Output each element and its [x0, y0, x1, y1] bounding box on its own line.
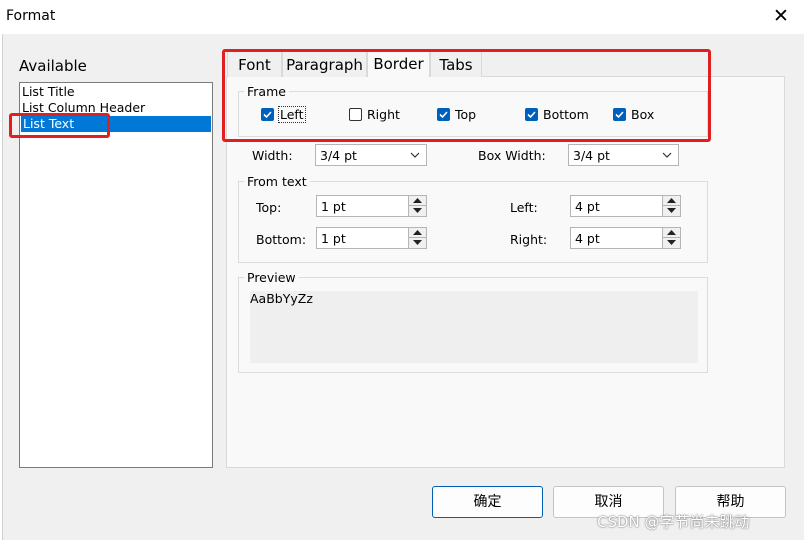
ok-button[interactable]: 确定 — [432, 486, 543, 518]
tab-tabs[interactable]: Tabs — [430, 51, 482, 77]
top-spacing-value: 1 pt — [321, 199, 346, 214]
from-text-group-label: From text — [244, 174, 310, 189]
spin-down-icon[interactable] — [408, 238, 426, 248]
frame-group-label: Frame — [244, 84, 289, 99]
tab-paragraph[interactable]: Paragraph — [282, 51, 367, 77]
preview-area — [250, 291, 698, 363]
watermark: CSDN @字节尚未跳动 — [597, 513, 750, 531]
right-spacing-label: Right: — [510, 232, 548, 247]
spin-up-icon[interactable] — [408, 196, 426, 206]
bottom-spacing-value: 1 pt — [321, 231, 346, 246]
list-item-selected[interactable]: List Text — [21, 116, 211, 132]
background-window-edge — [0, 34, 3, 540]
from-text-group — [238, 181, 708, 263]
left-spacing-label: Left: — [510, 200, 538, 215]
list-item[interactable]: List Title — [22, 84, 75, 100]
window-title: Format — [6, 8, 56, 24]
left-checkbox[interactable] — [261, 108, 274, 121]
close-icon[interactable]: ✕ — [770, 4, 792, 28]
list-item[interactable]: List Column Header — [22, 100, 145, 116]
right-checkbox-label[interactable]: Right — [367, 107, 400, 122]
width-select[interactable]: 3/4 pt — [315, 144, 427, 166]
spin-up-icon[interactable] — [662, 196, 680, 206]
left-checkbox-label[interactable]: Left — [278, 106, 306, 123]
bottom-checkbox-label[interactable]: Bottom — [543, 107, 589, 122]
width-label: Width: — [252, 148, 293, 163]
preview-group-label: Preview — [244, 270, 299, 285]
top-spacing-stepper[interactable]: 1 pt — [316, 195, 427, 217]
box-width-value: 3/4 pt — [573, 148, 610, 163]
left-spacing-value: 4 pt — [575, 199, 600, 214]
top-checkbox[interactable] — [437, 108, 450, 121]
spin-up-icon[interactable] — [408, 228, 426, 238]
bottom-spacing-label: Bottom: — [256, 232, 307, 247]
preview-sample-text: AaBbYyZz — [250, 291, 313, 306]
box-width-select[interactable]: 3/4 pt — [568, 144, 679, 166]
spin-down-icon[interactable] — [662, 238, 680, 248]
spin-down-icon[interactable] — [408, 206, 426, 216]
bottom-checkbox[interactable] — [525, 108, 538, 121]
left-spacing-stepper[interactable]: 4 pt — [570, 195, 681, 217]
title-bar — [0, 0, 804, 34]
tab-font[interactable]: Font — [227, 51, 282, 77]
right-spacing-value: 4 pt — [575, 231, 600, 246]
width-value: 3/4 pt — [320, 148, 357, 163]
top-spacing-label: Top: — [256, 200, 282, 215]
spin-down-icon[interactable] — [662, 206, 680, 216]
box-checkbox-label[interactable]: Box — [631, 107, 654, 122]
chevron-down-icon — [410, 152, 420, 158]
chevron-down-icon — [662, 152, 672, 158]
right-spacing-stepper[interactable]: 4 pt — [570, 227, 681, 249]
spin-up-icon[interactable] — [662, 228, 680, 238]
box-width-label: Box Width: — [478, 148, 546, 163]
available-label: Available — [19, 57, 87, 75]
top-checkbox-label[interactable]: Top — [455, 107, 476, 122]
box-checkbox[interactable] — [613, 108, 626, 121]
right-checkbox[interactable] — [349, 108, 362, 121]
bottom-spacing-stepper[interactable]: 1 pt — [316, 227, 427, 249]
available-listbox[interactable]: List Title List Column Header List Text — [19, 82, 213, 468]
tab-border[interactable]: Border — [367, 50, 430, 77]
